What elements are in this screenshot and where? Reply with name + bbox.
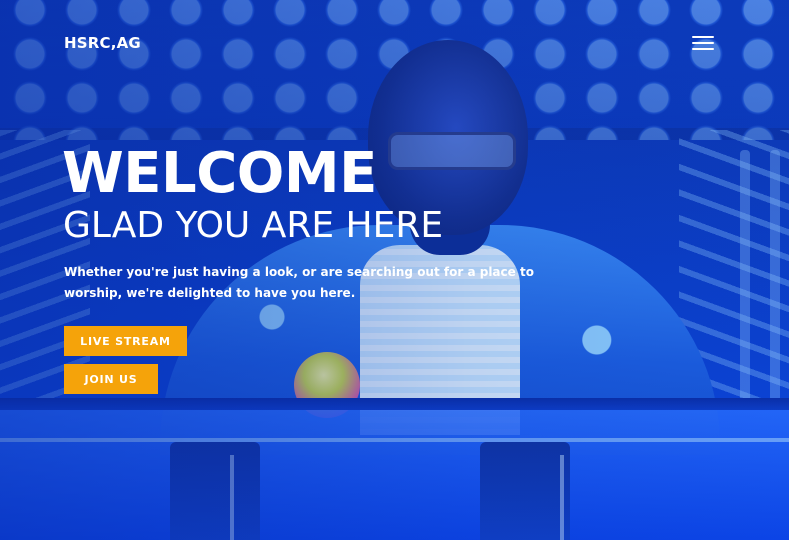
hero-subheading: GLAD YOU ARE HERE [63,205,444,246]
menu-line [692,36,714,38]
site-logo[interactable]: HSRC,AG [64,34,141,52]
hamburger-menu-icon[interactable] [692,34,716,52]
hero-description: Whether you're just having a look, or ar… [64,265,534,300]
hero-heading: WELCOME [62,141,377,206]
menu-line [692,48,714,50]
join-us-button[interactable]: JOIN US [64,364,158,394]
live-stream-button[interactable]: LIVE STREAM [64,326,187,356]
menu-line [692,42,714,44]
